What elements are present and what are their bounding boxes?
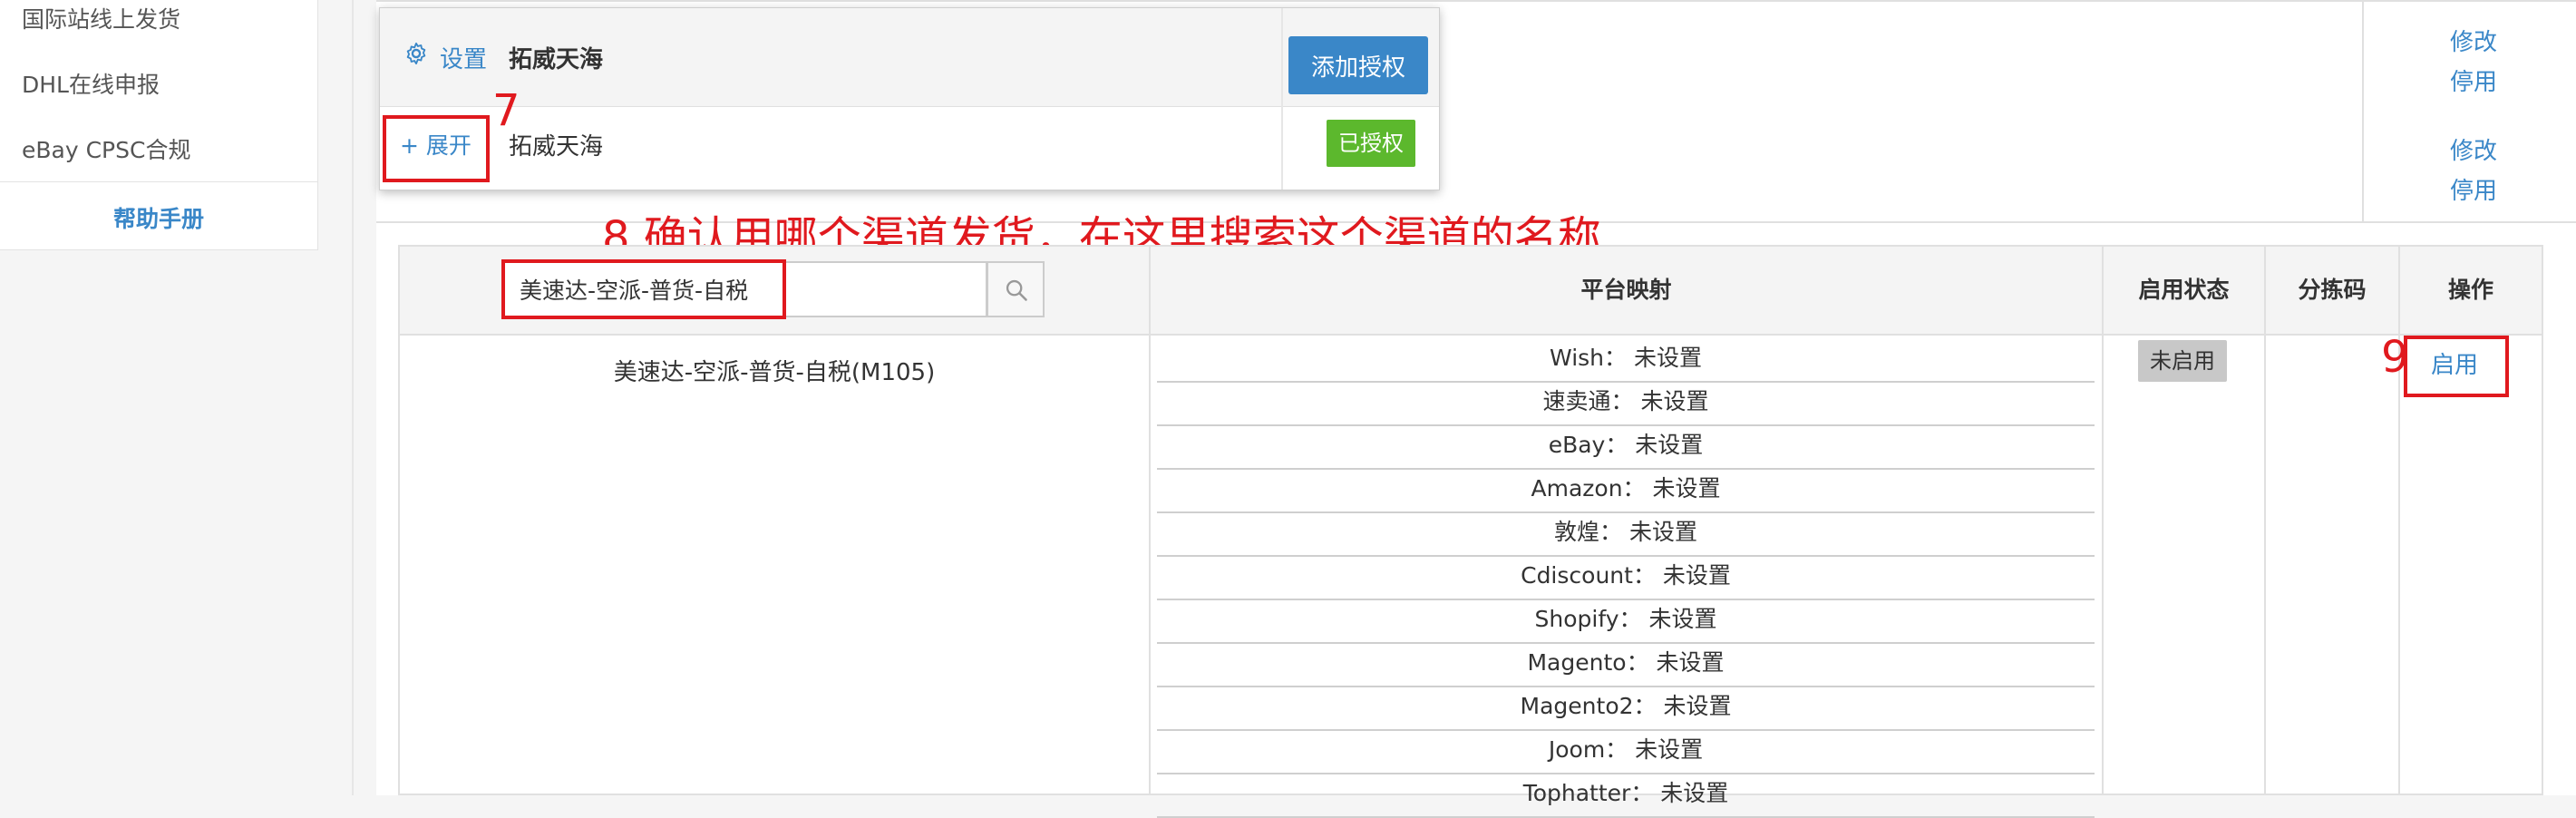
header-action: 操作 [2447,277,2493,303]
column-divider [1149,245,1151,795]
gear-icon[interactable] [403,41,429,66]
platform-mapping-row: Amazon： 未设置 [1157,468,2095,513]
column-divider [2264,245,2266,795]
platform-mapping-row: Cdiscount： 未设置 [1157,555,2095,600]
sidebar-item-dhl-declare[interactable]: DHL在线申报 [22,67,160,100]
edit-link[interactable]: 修改 [2450,24,2497,57]
account-row-name: 拓威天海 [509,133,604,161]
disable-link[interactable]: 停用 [2450,63,2497,97]
annotation-step-7: 7 [492,85,520,136]
sidebar-item-intl-shipping[interactable]: 国际站线上发货 [22,2,180,34]
authorized-badge: 已授权 [1327,120,1415,167]
edit-link[interactable]: 修改 [2450,132,2497,166]
platform-mapping-row: Tophatter： 未设置 [1157,773,2095,818]
annotation-box-expand [383,115,490,182]
header-platform-mapping: 平台映射 [1580,277,1672,303]
sidebar: 国际站线上发货 DHL在线申报 eBay CPSC合规 帮助手册 [0,0,318,250]
add-authorization-button[interactable]: 添加授权 [1288,36,1428,94]
annotation-box-search [501,259,786,319]
platform-mapping-row: 敦煌： 未设置 [1157,511,2095,557]
popup-column-divider [1281,8,1283,106]
platform-mapping-row: Magento： 未设置 [1157,642,2095,687]
platform-mapping-row: Joom： 未设置 [1157,729,2095,774]
account-popup: 设置 拓威天海 添加授权 + 展开 拓威天海 已授权 [379,7,1440,190]
channel-name: 美速达-空派-普货-自税(M105) [613,359,936,386]
platform-mapping-row: Shopify： 未设置 [1157,599,2095,644]
search-icon [1006,279,1027,301]
platform-mapping-row: Magento2： 未设置 [1157,686,2095,731]
header-status: 启用状态 [2138,277,2230,303]
enable-link[interactable]: 启用 [2431,346,2478,380]
popup-column-divider [1281,106,1283,190]
sidebar-help-link[interactable]: 帮助手册 [0,201,317,234]
settings-link[interactable]: 设置 [440,41,487,74]
search-button[interactable] [987,261,1045,317]
header-sort-code: 分拣码 [2298,277,2367,303]
platform-mapping-row: Wish： 未设置 [1157,337,2095,383]
platform-mapping-row: eBay： 未设置 [1157,424,2095,470]
popup-header: 设置 拓威天海 [380,8,1439,107]
sidebar-item-ebay-cpsc[interactable]: eBay CPSC合规 [22,132,190,165]
column-divider [2102,245,2104,795]
account-name: 拓威天海 [509,46,604,73]
disable-link[interactable]: 停用 [2450,172,2497,206]
platform-mapping-row: 速卖通： 未设置 [1157,381,2095,426]
main-separator [352,0,354,795]
status-badge: 未启用 [2138,340,2227,382]
bg-column-divider [2362,0,2364,221]
sidebar-divider [0,181,317,182]
column-divider [2398,245,2400,795]
